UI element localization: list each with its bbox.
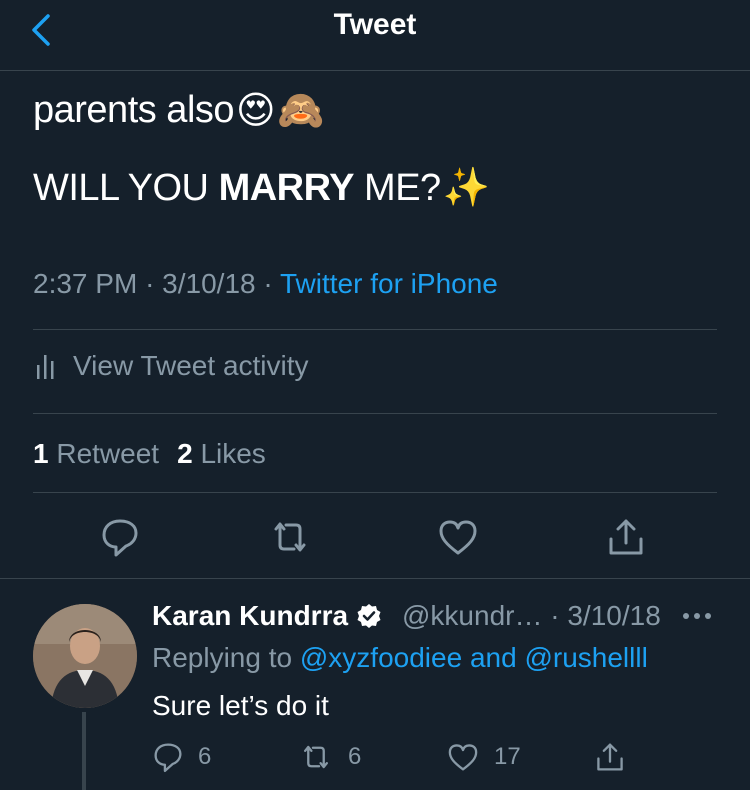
divider (33, 492, 717, 493)
header: Tweet (0, 0, 750, 70)
mention-and: and (462, 642, 525, 673)
see-no-evil-monkey-emoji: 🙈 (277, 89, 324, 132)
likes-label: Likes (200, 438, 266, 469)
mention-link[interactable]: @rushellll (524, 642, 647, 673)
tweet-text-part: parents also (33, 89, 235, 131)
likes-link[interactable]: 2 Likes (177, 438, 266, 469)
replying-to: Replying to @xyzfoodiee and @rushellll (152, 642, 648, 674)
like-count: 17 (494, 743, 521, 770)
divider (33, 413, 717, 414)
likes-count: 2 (177, 438, 193, 469)
thread-line (82, 712, 86, 790)
activity-label: View Tweet activity (73, 350, 309, 381)
more-icon[interactable] (680, 606, 714, 626)
verified-badge-icon (357, 604, 381, 628)
tweet-date: 3/10/18 (162, 268, 256, 299)
reply-author[interactable]: Karan Kundrra (152, 600, 382, 632)
reply-reply-button[interactable]: 6 (152, 740, 211, 774)
retweet-label: Retweet (56, 438, 160, 469)
tweet-text-line-2: WILL YOU MARRY ME? ✨ (33, 166, 490, 210)
reply-icon (154, 743, 182, 773)
tweet-source-link[interactable]: Twitter for iPhone (280, 268, 498, 299)
like-icon (448, 744, 478, 771)
header-divider (0, 70, 750, 71)
like-icon[interactable] (438, 515, 478, 559)
page-title: Tweet (333, 8, 417, 41)
reply-icon[interactable] (100, 515, 140, 559)
share-icon[interactable] (606, 515, 646, 559)
heart-eyes-emoji: 😍 (236, 90, 276, 132)
meta-separator: · (263, 268, 273, 299)
author-name: Karan Kundrra (152, 600, 349, 631)
reply-retweet-button[interactable]: 6 (298, 740, 361, 774)
engagement-counts: 1 Retweet 2 Likes (33, 438, 266, 470)
tweet-text-part: ME? (353, 166, 441, 209)
retweet-count: 1 (33, 438, 49, 469)
tweet-meta: 2:37 PM · 3/10/18 · Twitter for iPhone (33, 268, 498, 300)
tweet-text-bold: MARRY (218, 166, 355, 209)
retweets-link[interactable]: 1 Retweet (33, 438, 159, 469)
divider (0, 578, 750, 579)
reply-count: 6 (198, 743, 212, 770)
avatar[interactable] (33, 604, 137, 708)
tweet-text-line-1: parents also 😍 🙈 (33, 88, 324, 133)
retweet-icon[interactable] (270, 515, 310, 559)
tweet-text-part: WILL YOU (33, 166, 219, 209)
replying-prefix: Replying to (152, 642, 300, 673)
mention-link[interactable]: @xyzfoodiee (300, 642, 462, 673)
reply-share-button[interactable] (594, 740, 626, 774)
retweet-icon (304, 745, 328, 769)
reply-text: Sure let’s do it (152, 690, 329, 721)
view-tweet-activity-button[interactable]: View Tweet activity (33, 350, 309, 382)
retweet-count: 6 (348, 743, 362, 770)
avatar-image (33, 604, 137, 708)
bar-chart-icon (37, 355, 54, 379)
reply-like-button[interactable]: 17 (446, 740, 521, 774)
tweet-time: 2:37 PM (33, 268, 138, 299)
reply-handle-date: @kkundr… · 3/10/18 (402, 600, 661, 631)
meta-separator: · (145, 268, 155, 299)
sparkles-emoji: ✨ (442, 167, 490, 209)
share-icon (597, 743, 623, 771)
divider (33, 329, 717, 330)
